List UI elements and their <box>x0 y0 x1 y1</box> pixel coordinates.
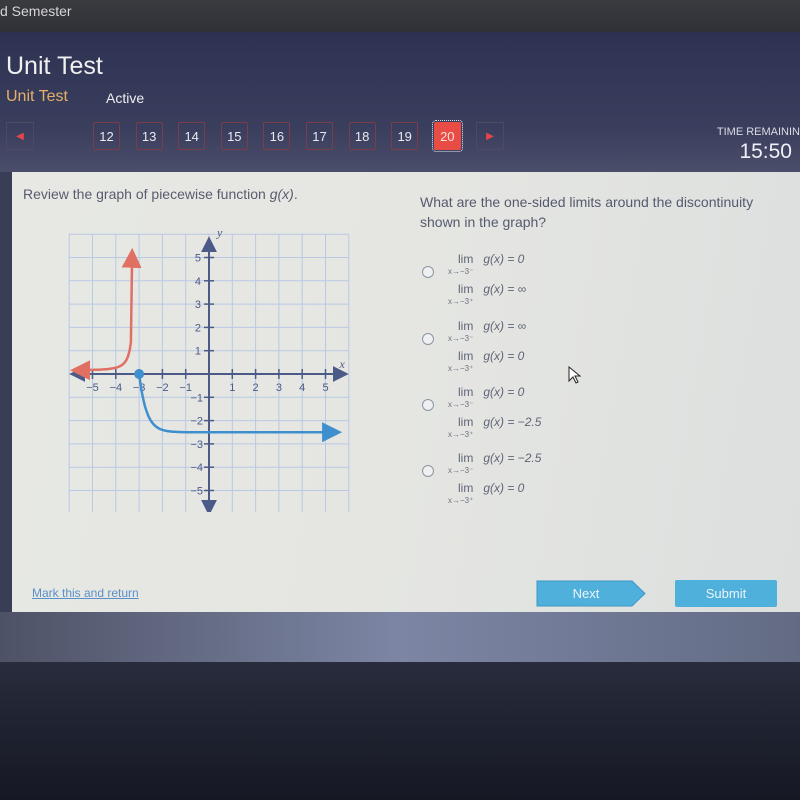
question-nav-18[interactable]: 18 <box>348 122 376 150</box>
x-tick-label: 4 <box>299 382 305 394</box>
left-limit: lim g(x) = 0 <box>458 252 524 266</box>
y-tick-label: −3 <box>190 439 203 451</box>
y-tick-label: −5 <box>190 486 203 498</box>
right-limit: lim g(x) = 0 <box>458 481 524 495</box>
lim-label: lim <box>458 481 474 495</box>
left-piece-curve <box>70 257 134 381</box>
question-nav-17[interactable]: 17 <box>306 122 333 150</box>
previous-question-button[interactable]: ◀ <box>6 122 34 150</box>
y-tick-label: 5 <box>195 253 201 265</box>
x-tick-label: −5 <box>86 382 99 394</box>
limit-expression: g(x) = 0 <box>483 481 525 495</box>
piecewise-graph: −5 −4 −3 −2 −1 1 2 3 4 512345−1−2−3−4−5xy <box>68 228 350 512</box>
lim-label: lim <box>458 451 474 465</box>
question-nav-16[interactable]: 16 <box>263 122 291 150</box>
limit-subscript: x→−3⁺ <box>448 364 474 373</box>
question-text: What are the one-sided limits around the… <box>420 194 754 230</box>
next-button[interactable]: Next <box>536 580 646 607</box>
closed-point <box>134 369 145 379</box>
radio-button[interactable] <box>422 465 434 477</box>
limit-subscript: x→−3⁻ <box>448 466 474 475</box>
mouse-cursor-icon <box>568 366 582 384</box>
radio-button[interactable] <box>422 399 434 411</box>
right-limit: lim g(x) = 0 <box>458 349 524 363</box>
right-limit: lim g(x) = ∞ <box>458 282 526 296</box>
lim-label: lim <box>458 415 474 429</box>
y-axis-label: y <box>216 228 223 240</box>
lim-label: lim <box>458 282 474 296</box>
limit-subscript: x→−3⁺ <box>448 430 474 439</box>
limit-subscript: x→−3⁻ <box>448 400 474 409</box>
limit-subscript: x→−3⁻ <box>448 334 474 343</box>
lim-label: lim <box>458 349 474 363</box>
lim-label: lim <box>458 385 474 399</box>
y-tick-label: −1 <box>190 392 203 404</box>
x-tick-label: −3 <box>133 382 146 394</box>
limit-expression: g(x) = −2.5 <box>483 451 542 465</box>
y-tick-label: −4 <box>190 462 203 474</box>
submit-button-label: Submit <box>705 586 747 601</box>
next-button-label: Next <box>573 586 600 601</box>
test-subtitle: Unit Test <box>6 88 68 105</box>
question-nav-13[interactable]: 13 <box>135 122 163 150</box>
monitor-bezel <box>0 662 800 800</box>
lim-label: lim <box>458 252 474 266</box>
mark-and-return-link[interactable]: Mark this and return <box>32 586 139 600</box>
radio-button[interactable] <box>422 333 434 345</box>
question-nav-19[interactable]: 19 <box>391 122 419 150</box>
right-limit: lim g(x) = −2.5 <box>458 415 541 429</box>
left-limit: lim g(x) = 0 <box>458 385 524 399</box>
y-tick-label: 2 <box>195 322 201 334</box>
x-axis-label: x <box>338 357 345 371</box>
y-tick-label: 4 <box>195 276 201 288</box>
limit-expression: g(x) = −2.5 <box>483 415 542 429</box>
y-tick-label: 1 <box>195 346 201 358</box>
limit-expression: g(x) = 0 <box>483 252 525 266</box>
triangle-right-icon: ▶ <box>486 130 494 142</box>
x-tick-label: 1 <box>229 382 235 394</box>
x-tick-label: 5 <box>322 382 328 394</box>
limit-expression: g(x) = ∞ <box>483 282 527 296</box>
triangle-left-icon: ◀ <box>16 130 24 142</box>
limit-subscript: x→−3⁻ <box>448 267 474 276</box>
prompt-function: g(x) <box>269 186 294 202</box>
limit-expression: g(x) = ∞ <box>483 319 527 333</box>
left-limit: lim g(x) = ∞ <box>458 319 526 333</box>
limit-expression: g(x) = 0 <box>483 385 525 399</box>
next-question-button[interactable]: ▶ <box>476 122 504 150</box>
graph-curves <box>70 247 343 443</box>
time-remaining-value: 15:50 <box>739 140 792 163</box>
limit-subscript: x→−3⁺ <box>448 297 474 306</box>
prompt-end: . <box>293 186 298 202</box>
radio-button[interactable] <box>422 266 434 278</box>
limit-subscript: x→−3⁺ <box>448 496 474 505</box>
y-tick-label: 3 <box>195 299 201 311</box>
test-header: Unit Test Unit Test Active ◀ 12 13 14 15 16 1… <box>0 32 800 172</box>
limit-expression: g(x) = 0 <box>483 349 525 363</box>
lim-label: lim <box>458 319 474 333</box>
y-tick-label: −2 <box>190 416 203 428</box>
prompt-text: Review the graph of piecewise function <box>23 186 270 202</box>
right-piece-curve <box>137 373 343 443</box>
page-title: Unit Test <box>6 52 103 80</box>
time-remaining-label: TIME REMAININ <box>716 126 800 138</box>
x-tick-label: 3 <box>276 382 282 394</box>
status-label: Active <box>106 90 145 106</box>
browser-top-bar: d Semester <box>0 0 800 32</box>
question-nav-20[interactable]: 20 <box>431 120 463 152</box>
x-tick-label: −4 <box>110 382 123 394</box>
submit-button[interactable]: Submit <box>675 580 777 607</box>
question-nav-12[interactable]: 12 <box>93 122 120 150</box>
question-prompt: Review the graph of piecewise function g… <box>23 186 298 202</box>
left-limit: lim g(x) = −2.5 <box>458 451 541 465</box>
x-tick-label: −2 <box>156 382 169 394</box>
panel-left-edge <box>0 172 12 612</box>
screen-lower-area <box>0 612 800 662</box>
course-title: d Semester <box>0 3 72 19</box>
question-nav-15[interactable]: 15 <box>220 122 248 150</box>
question-nav-14[interactable]: 14 <box>178 122 206 150</box>
x-tick-label: 2 <box>253 382 259 394</box>
